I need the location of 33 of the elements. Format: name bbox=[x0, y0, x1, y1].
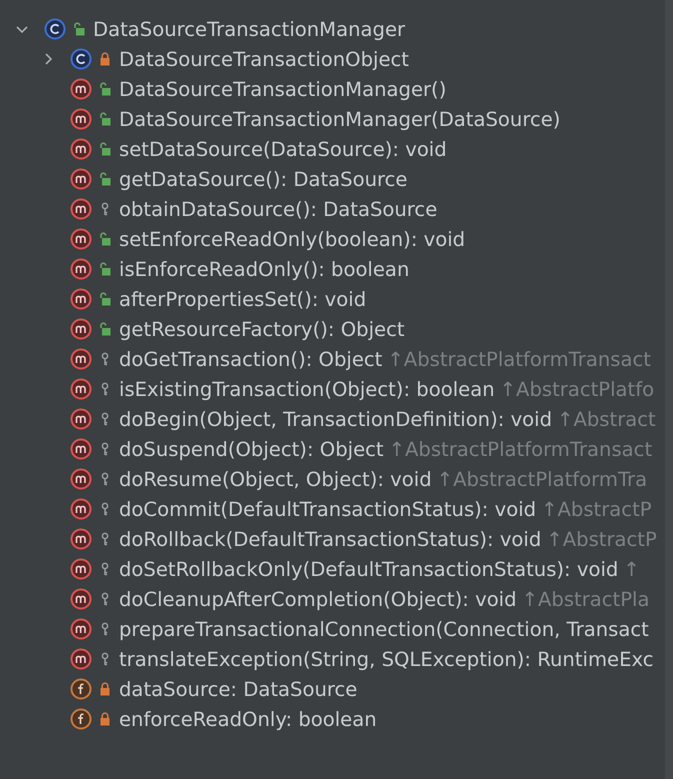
tree-item-label[interactable]: doGetTransaction(): Object bbox=[119, 348, 382, 370]
tree-item-label[interactable]: getResourceFactory(): Object bbox=[119, 318, 405, 340]
inherited-from-label: ↑ bbox=[623, 558, 640, 580]
tree-item-label[interactable]: doResume(Object, Object): void bbox=[119, 468, 432, 490]
tree-item-label[interactable]: isExistingTransaction(Object): boolean bbox=[119, 378, 495, 400]
tree-item-label[interactable]: DataSourceTransactionObject bbox=[119, 48, 409, 70]
tree-item-label[interactable]: doBegin(Object, TransactionDefinition): void bbox=[119, 408, 552, 430]
tree-item-label[interactable]: doSuspend(Object): Object bbox=[119, 438, 384, 460]
tree-item-label[interactable]: doRollback(DefaultTransactionStatus): void bbox=[119, 528, 542, 550]
tree-item-label[interactable]: obtainDataSource(): DataSource bbox=[119, 198, 438, 220]
tree-item-label[interactable]: DataSourceTransactionManager bbox=[93, 18, 406, 40]
tree-item-label[interactable]: dataSource: DataSource bbox=[119, 678, 358, 700]
tree-item-label[interactable]: doSetRollbackOnly(DefaultTransactionStatus): void bbox=[119, 558, 618, 580]
inherited-from-label: ↑AbstractPla bbox=[522, 588, 650, 610]
tree-item-label[interactable]: doCleanupAfterCompletion(Object): void bbox=[119, 588, 517, 610]
tree-item-label[interactable]: enforceReadOnly: boolean bbox=[119, 708, 377, 730]
tree-item-label[interactable]: setEnforceReadOnly(boolean): void bbox=[119, 228, 466, 250]
tree-item-label[interactable]: getDataSource(): DataSource bbox=[119, 168, 408, 190]
inherited-from-label: ↑AbstractPlatformTransact bbox=[388, 438, 652, 460]
inherited-from-label: ↑AbstractPlatformTra bbox=[436, 468, 648, 490]
tree-item-label[interactable]: setDataSource(DataSource): void bbox=[119, 138, 447, 160]
tree-item-label[interactable]: DataSourceTransactionManager() bbox=[119, 78, 446, 100]
tree-item-label[interactable]: translateException(String, SQLException): RuntimeExc bbox=[119, 648, 654, 670]
inherited-from-label: ↑AbstractPlatfo bbox=[500, 378, 654, 400]
tree-item-label[interactable]: isEnforceReadOnly(): boolean bbox=[119, 258, 410, 280]
inherited-from-label: ↑Abstract bbox=[557, 408, 656, 430]
tree-item-label[interactable]: doCommit(DefaultTransactionStatus): void bbox=[119, 498, 536, 520]
inherited-from-label: ↑AbstractP bbox=[541, 498, 652, 520]
tree-item-label[interactable]: DataSourceTransactionManager(DataSource) bbox=[119, 108, 560, 130]
tree-item-label[interactable]: prepareTransactionalConnection(Connection, Transact bbox=[119, 618, 649, 640]
tree-item-label[interactable]: afterPropertiesSet(): void bbox=[119, 288, 366, 310]
inherited-from-label: ↑AbstractPlatformTransact bbox=[387, 348, 651, 370]
inherited-from-label: ↑AbstractP bbox=[546, 528, 657, 550]
